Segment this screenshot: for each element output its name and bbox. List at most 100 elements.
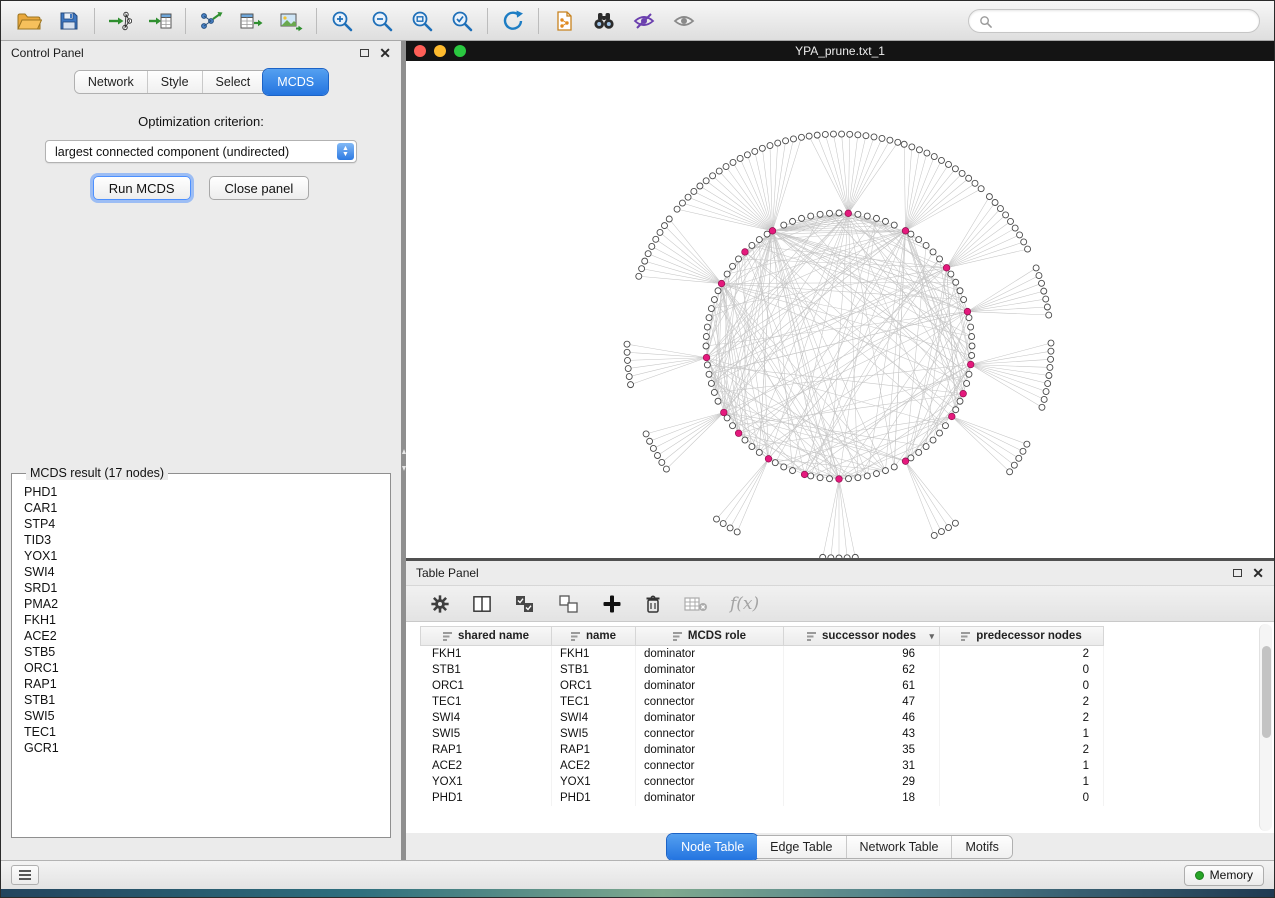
search-field[interactable] <box>968 9 1260 33</box>
close-panel-icon[interactable]: ✕ <box>1252 566 1264 580</box>
sort-dropdown-icon[interactable]: ▾ <box>929 631 934 642</box>
refresh-view-button[interactable] <box>493 5 533 37</box>
table-settings-button[interactable] <box>430 594 450 614</box>
table-scrollbar[interactable] <box>1259 624 1272 831</box>
mcds-result-item[interactable]: STB5 <box>20 644 382 660</box>
mcds-result-item[interactable]: PHD1 <box>20 484 382 500</box>
delete-table-button[interactable] <box>684 595 708 613</box>
network-canvas[interactable] <box>406 61 1274 558</box>
network-titlebar[interactable]: YPA_prune.txt_1 <box>406 41 1274 61</box>
open-session-button[interactable] <box>9 5 49 37</box>
table-row[interactable]: YOX1YOX1connector291 <box>420 774 1104 790</box>
search-input[interactable] <box>998 14 1249 28</box>
zoom-fit-icon <box>410 9 434 33</box>
run-mcds-button[interactable]: Run MCDS <box>93 176 191 200</box>
clone-network-icon <box>553 10 575 32</box>
save-session-button[interactable] <box>49 5 89 37</box>
tab-motifs[interactable]: Motifs <box>952 836 1011 858</box>
mcds-result-item[interactable]: SWI4 <box>20 564 382 580</box>
add-column-button[interactable] <box>602 594 622 614</box>
tab-network-table[interactable]: Network Table <box>847 836 953 858</box>
column-header-mcds-role[interactable]: MCDS role <box>636 626 784 646</box>
main-toolbar <box>1 1 1274 41</box>
mcds-result-item[interactable]: YOX1 <box>20 548 382 564</box>
window-maximize-icon[interactable] <box>454 45 466 57</box>
tab-network[interactable]: Network <box>75 71 148 93</box>
column-header-predecessor-nodes[interactable]: predecessor nodes <box>940 626 1104 646</box>
function-builder-button[interactable]: f(x) <box>730 594 759 614</box>
table-row[interactable]: FKH1FKH1dominator962 <box>420 646 1104 662</box>
mcds-result-item[interactable]: RAP1 <box>20 676 382 692</box>
table-row[interactable]: SWI4SWI4dominator462 <box>420 710 1104 726</box>
network-graph[interactable] <box>406 61 1273 558</box>
export-image-button[interactable] <box>271 5 311 37</box>
status-bar: Memory <box>1 860 1274 889</box>
mcds-result-item[interactable]: SWI5 <box>20 708 382 724</box>
binoculars-icon <box>591 10 617 32</box>
float-panel-icon[interactable] <box>1233 569 1242 577</box>
tab-style[interactable]: Style <box>148 71 203 93</box>
gear-icon <box>430 594 450 614</box>
import-network-button[interactable] <box>100 5 140 37</box>
tab-mcds[interactable]: MCDS <box>263 69 328 95</box>
hide-selected-button[interactable] <box>624 5 664 37</box>
column-header-successor-nodes[interactable]: successor nodes ▾ <box>784 626 940 646</box>
mcds-result-item[interactable]: PMA2 <box>20 596 382 612</box>
window-minimize-icon[interactable] <box>434 45 446 57</box>
criterion-select[interactable]: largest connected component (undirected)… <box>45 140 357 163</box>
mcds-result-title: MCDS result (17 nodes) <box>26 466 168 480</box>
window-close-icon[interactable] <box>414 45 426 57</box>
memory-button[interactable]: Memory <box>1184 865 1264 886</box>
mcds-result-item[interactable]: SRD1 <box>20 580 382 596</box>
close-panel-icon[interactable]: ✕ <box>379 46 391 60</box>
delete-column-button[interactable] <box>644 594 662 614</box>
table-row[interactable]: SWI5SWI5connector431 <box>420 726 1104 742</box>
export-network-button[interactable] <box>191 5 231 37</box>
table-row[interactable]: ACE2ACE2connector311 <box>420 758 1104 774</box>
mcds-result-item[interactable]: FKH1 <box>20 612 382 628</box>
zoom-out-button[interactable] <box>362 5 402 37</box>
table-row[interactable]: STB1STB1dominator620 <box>420 662 1104 678</box>
column-header-name[interactable]: name <box>552 626 636 646</box>
zoom-fit-button[interactable] <box>402 5 442 37</box>
mcds-result-item[interactable]: CAR1 <box>20 500 382 516</box>
select-all-button[interactable] <box>514 594 536 614</box>
control-panel: Control Panel ✕ Network Style Select MCD… <box>1 41 401 860</box>
column-header-shared-name[interactable]: shared name <box>420 626 552 646</box>
show-eye-icon <box>672 10 696 32</box>
mcds-panel-body: Optimization criterion: largest connecte… <box>1 98 401 860</box>
zoom-selected-button[interactable] <box>442 5 482 37</box>
zoom-selected-icon <box>450 9 474 33</box>
export-table-icon <box>239 10 263 32</box>
table-row[interactable]: ORC1ORC1dominator610 <box>420 678 1104 694</box>
search-icon <box>979 15 992 28</box>
scrollbar-thumb[interactable] <box>1262 646 1271 738</box>
search-network-button[interactable] <box>584 5 624 37</box>
mcds-result-item[interactable]: STP4 <box>20 516 382 532</box>
mcds-result-item[interactable]: TID3 <box>20 532 382 548</box>
tab-edge-table[interactable]: Edge Table <box>757 836 846 858</box>
mcds-result-item[interactable]: STB1 <box>20 692 382 708</box>
node-table: shared name name MCDS role <box>420 626 1104 806</box>
status-menu-button[interactable] <box>11 865 39 885</box>
show-all-button[interactable] <box>664 5 704 37</box>
show-columns-button[interactable] <box>472 595 492 613</box>
export-image-icon <box>279 10 303 32</box>
table-row[interactable]: TEC1TEC1connector472 <box>420 694 1104 710</box>
mcds-result-item[interactable]: GCR1 <box>20 740 382 756</box>
zoom-in-button[interactable] <box>322 5 362 37</box>
import-table-button[interactable] <box>140 5 180 37</box>
close-panel-button[interactable]: Close panel <box>209 176 310 200</box>
mcds-result-item[interactable]: ACE2 <box>20 628 382 644</box>
float-panel-icon[interactable] <box>360 49 369 57</box>
mcds-result-item[interactable]: ORC1 <box>20 660 382 676</box>
clone-network-button[interactable] <box>544 5 584 37</box>
deselect-all-button[interactable] <box>558 594 580 614</box>
export-table-button[interactable] <box>231 5 271 37</box>
table-row[interactable]: PHD1PHD1dominator180 <box>420 790 1104 806</box>
tab-select[interactable]: Select <box>203 71 265 93</box>
control-panel-title: Control Panel <box>11 46 84 60</box>
tab-node-table[interactable]: Node Table <box>667 834 758 860</box>
table-row[interactable]: RAP1RAP1dominator352 <box>420 742 1104 758</box>
mcds-result-item[interactable]: TEC1 <box>20 724 382 740</box>
